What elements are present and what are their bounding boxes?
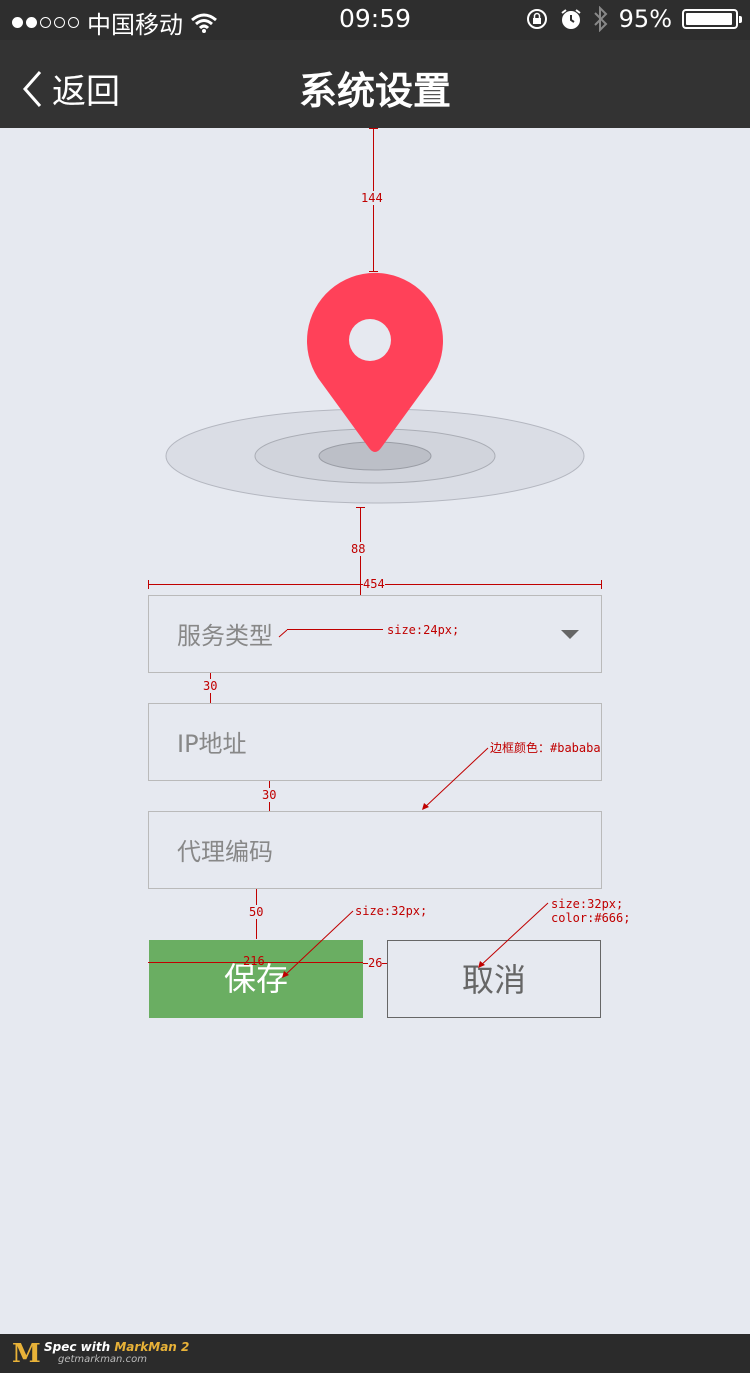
markman-logo-icon: M (12, 1339, 41, 1369)
spec-label: Spec with MarkMan 2 (44, 1340, 190, 1354)
site-label: getmarkman.com (58, 1354, 147, 1365)
annotation-arrows (278, 629, 549, 978)
markman-footer: M Spec with MarkMan 2 getmarkman.com (0, 1334, 750, 1373)
